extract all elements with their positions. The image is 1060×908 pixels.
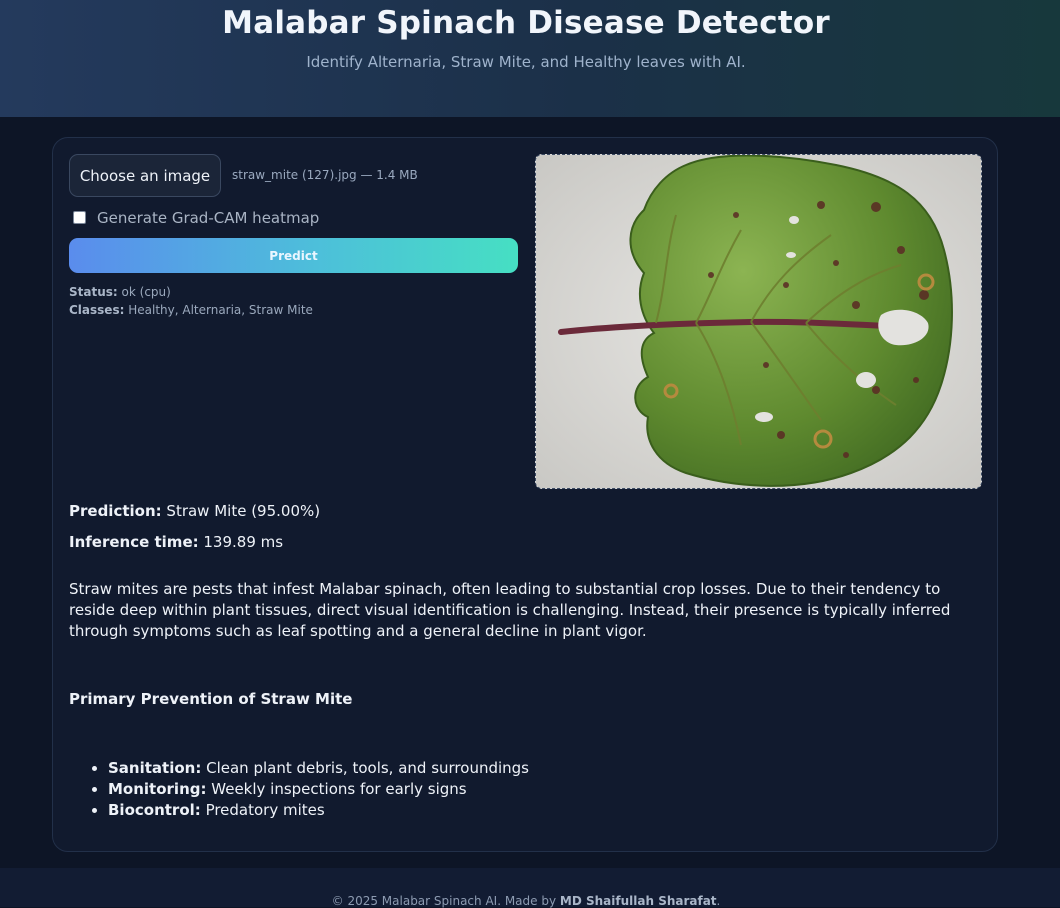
leaf-image [536, 155, 981, 488]
footer-suffix: . [716, 894, 721, 908]
inference-time-value: 139.89 ms [203, 533, 284, 551]
prevention-heading: Primary Prevention of Straw Mite [69, 690, 353, 708]
status-value: ok (cpu) [121, 285, 171, 299]
prevention-item-text: Clean plant debris, tools, and surroundi… [206, 759, 529, 777]
prediction-key: Prediction: [69, 502, 162, 520]
gradcam-checkbox[interactable] [73, 211, 86, 224]
choose-image-button[interactable]: Choose an image [69, 154, 221, 197]
footer-author: MD Shaifullah Sharafat [559, 894, 717, 908]
disease-description: Straw mites are pests that infest Malaba… [69, 580, 951, 640]
list-item: Biocontrol: Predatory mites [108, 800, 529, 821]
selected-file-info: straw_mite (127).jpg — 1.4 MB [232, 168, 418, 182]
prevention-item-key: Biocontrol: [108, 801, 201, 819]
prevention-list: Sanitation: Clean plant debris, tools, a… [69, 758, 529, 821]
list-item: Sanitation: Clean plant debris, tools, a… [108, 758, 529, 779]
prevention-item-key: Monitoring: [108, 780, 207, 798]
status-line: Status: ok (cpu) [69, 285, 171, 299]
leaf-image-preview [535, 154, 982, 489]
predict-button[interactable]: Predict [69, 238, 518, 273]
status-key: Status: [69, 285, 118, 299]
classes-value: Healthy, Alternaria, Straw Mite [128, 303, 313, 317]
prediction-line: Prediction: Straw Mite (95.00%) [69, 502, 320, 520]
page-subtitle: Identify Alternaria, Straw Mite, and Hea… [306, 53, 746, 71]
classes-key: Classes: [69, 303, 125, 317]
inference-time-line: Inference time: 139.89 ms [69, 533, 283, 551]
footer-prefix: © 2025 Malabar Spinach AI. Made by [331, 894, 557, 908]
list-item: Monitoring: Weekly inspections for early… [108, 779, 529, 800]
gradcam-checkbox-label[interactable]: Generate Grad-CAM heatmap [97, 209, 319, 227]
footer-text: © 2025 Malabar Spinach AI. Made by MD Sh… [0, 894, 1052, 908]
inference-time-key: Inference time: [69, 533, 199, 551]
prevention-item-key: Sanitation: [108, 759, 202, 777]
classes-line: Classes: Healthy, Alternaria, Straw Mite [69, 303, 313, 317]
page-title: Malabar Spinach Disease Detector [222, 5, 830, 41]
prevention-item-text: Predatory mites [205, 801, 325, 819]
prediction-value: Straw Mite (95.00%) [166, 502, 321, 520]
prevention-item-text: Weekly inspections for early signs [211, 780, 467, 798]
